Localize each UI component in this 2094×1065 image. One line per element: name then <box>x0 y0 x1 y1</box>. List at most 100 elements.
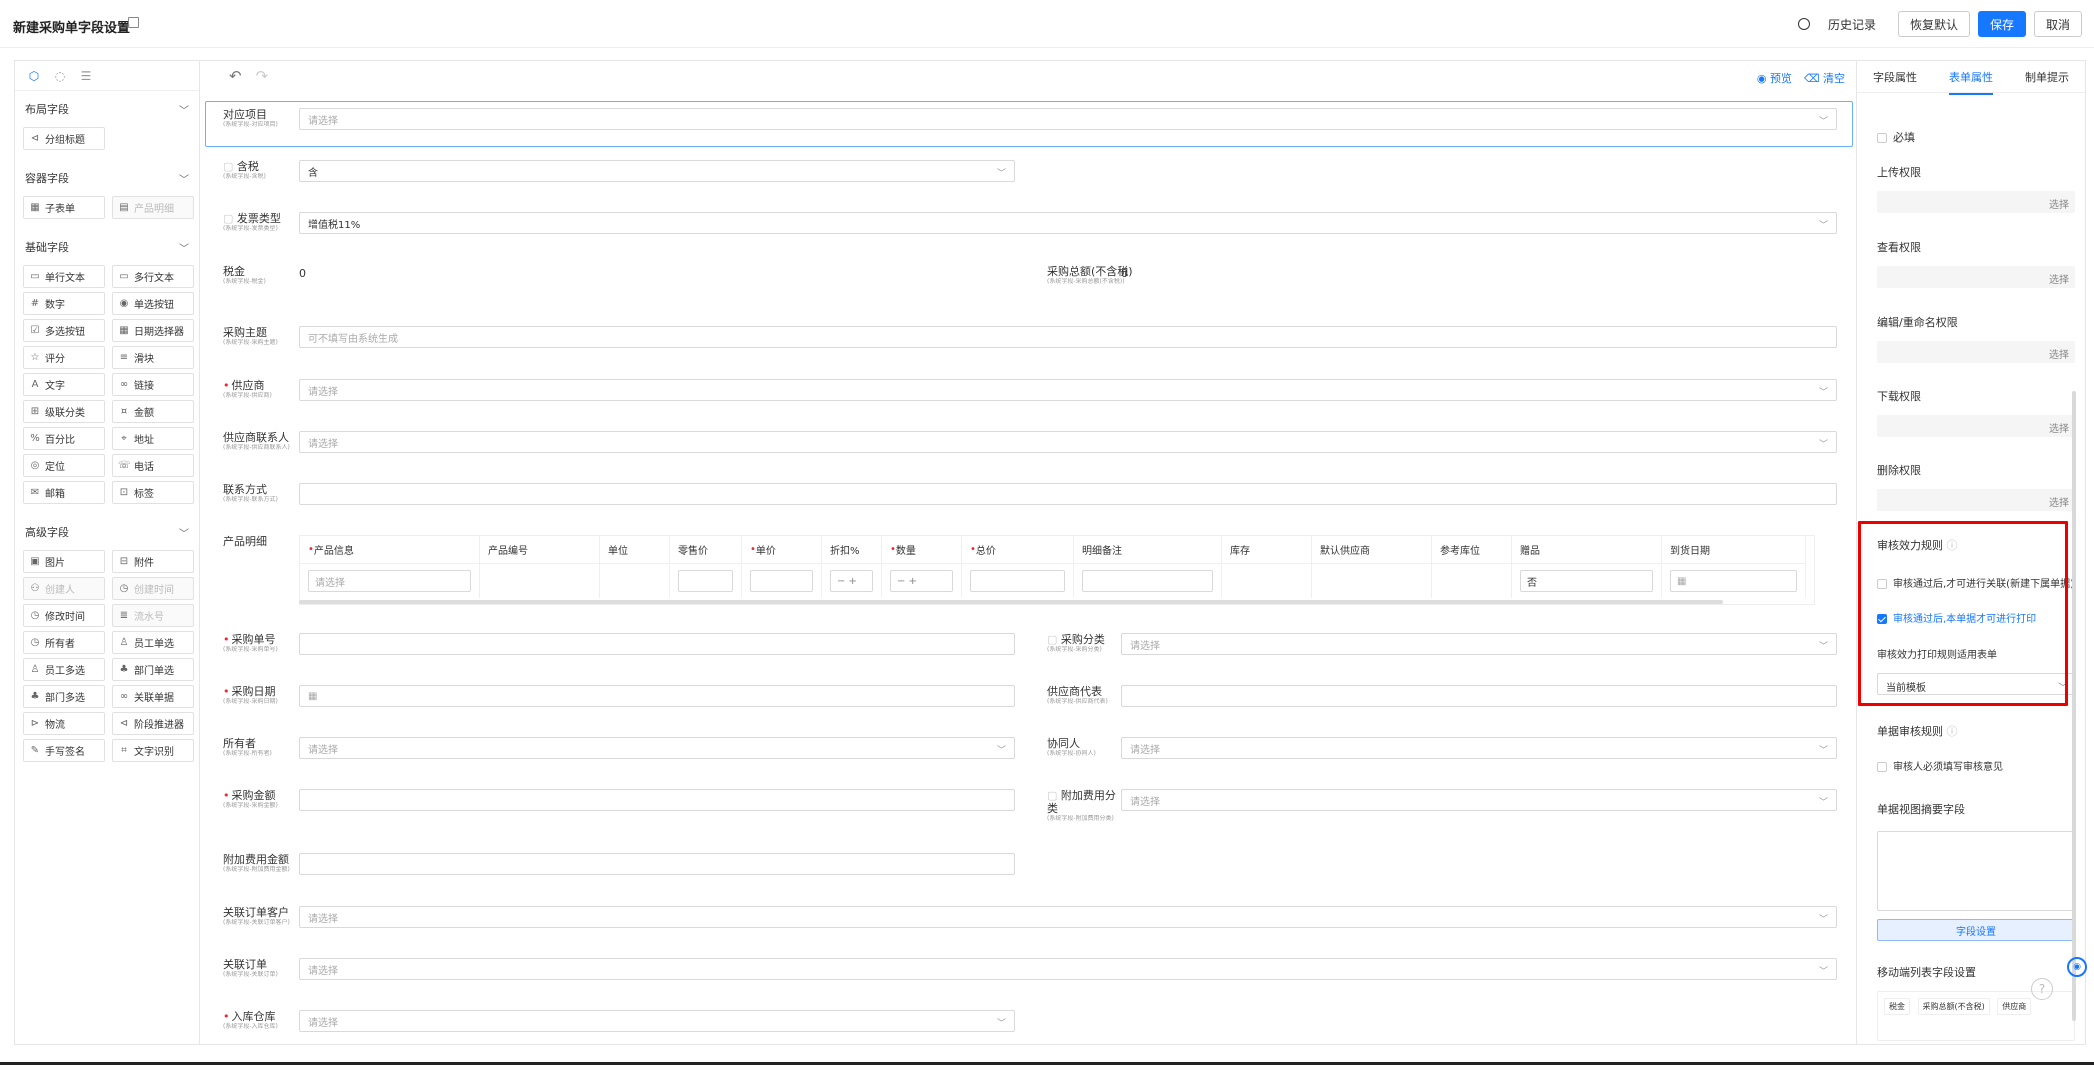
required-checkbox[interactable] <box>1877 133 1887 143</box>
table-scrollbar[interactable] <box>299 600 1723 604</box>
sidebar-item[interactable]: ⊲ 分组标题 <box>23 127 105 150</box>
tab-form-props[interactable]: 表单属性 <box>1949 69 1993 95</box>
sidebar-item[interactable]: ⊳ 物流 <box>23 712 105 735</box>
table-cell-input[interactable]: − + <box>830 570 873 592</box>
sidebar-item[interactable]: ▣ 图片 <box>23 550 105 573</box>
sidebar-item[interactable]: A 文字 <box>23 373 105 396</box>
save-button[interactable]: 保存 <box>1977 11 2026 37</box>
restore-default-button[interactable]: 恢复默认 <box>1897 11 1970 37</box>
mobile-tag[interactable]: 采购总额(不含税) <box>1917 998 1990 1015</box>
sidebar-item[interactable]: ∞ 链接 <box>112 373 194 396</box>
sidebar-item[interactable]: ♙ 员工多选 <box>23 658 105 681</box>
sidebar-item[interactable]: ☆ 评分 <box>23 346 105 369</box>
supplier-code-input[interactable] <box>1121 685 1837 707</box>
sidebar-item[interactable]: ♣ 部门单选 <box>112 658 194 681</box>
view-perm-input[interactable]: 选择 <box>1877 266 2075 288</box>
order-no-input[interactable] <box>299 633 1015 655</box>
supplier-contact-select[interactable]: 请选择 ﹀ <box>299 431 1837 453</box>
sidebar-item[interactable]: ♣ 部门多选 <box>23 685 105 708</box>
rel-order-select[interactable]: 请选择 ﹀ <box>299 958 1837 980</box>
sidebar-item[interactable]: ◉ 单选按钮 <box>112 292 194 315</box>
field-setting-button[interactable]: 字段设置 <box>1877 919 2075 941</box>
sidebar-item[interactable]: ✎ 手写签名 <box>23 739 105 762</box>
layout-icon[interactable] <box>128 17 139 28</box>
redo-icon[interactable]: ↷ <box>256 67 269 85</box>
undo-icon[interactable]: ↶ <box>229 67 242 85</box>
sidebar-item[interactable]: ◎ 定位 <box>23 454 105 477</box>
table-cell-input[interactable] <box>970 570 1065 592</box>
sidebar-item[interactable]: ▭ 单行文本 <box>23 265 105 288</box>
contact-input[interactable] <box>299 483 1837 505</box>
sidebar-group-header[interactable]: 高级字段 ﹀ <box>23 514 191 550</box>
clear-link[interactable]: ⌫ 清空 <box>1804 70 1845 86</box>
tree-tab-icon[interactable]: ☰ <box>79 69 93 83</box>
table-cell-input[interactable]: − + <box>890 570 953 592</box>
mobile-tag[interactable]: 税金 <box>1884 998 1910 1015</box>
required-option[interactable]: 必填 <box>1877 129 1915 145</box>
doc-audit-option[interactable]: 审核人必须填写审核意见 <box>1877 758 2003 773</box>
sidebar-item[interactable]: ☑ 多选按钮 <box>23 319 105 342</box>
delete-perm-input[interactable]: 选择 <box>1877 489 2075 511</box>
sidebar-item[interactable]: ⊡ 标签 <box>112 481 194 504</box>
sidebar-item[interactable]: ⊞ 级联分类 <box>23 400 105 423</box>
fields-tab-icon[interactable]: ⬡ <box>27 69 41 83</box>
table-cell-input[interactable]: ▦ <box>1670 570 1797 592</box>
project-select[interactable]: 请选择 ﹀ <box>299 108 1837 130</box>
doc-audit-checkbox[interactable] <box>1877 762 1887 772</box>
upload-perm-input[interactable]: 选择 <box>1877 191 2075 213</box>
cancel-button[interactable]: 取消 <box>2033 11 2082 37</box>
tab-field-props[interactable]: 字段属性 <box>1873 69 1917 85</box>
table-cell-input[interactable] <box>678 570 733 592</box>
panel-scrollbar[interactable] <box>2072 391 2076 1021</box>
mobile-tag[interactable]: 供应商 <box>1997 998 2032 1015</box>
help-icon[interactable]: ⓘ <box>1947 725 1958 738</box>
owner-select[interactable]: 请选择 ﹀ <box>299 737 1015 759</box>
sidebar-item[interactable]: ⌗ 文字识别 <box>112 739 194 762</box>
preview-link[interactable]: ◉ 预览 <box>1757 70 1792 86</box>
history-link[interactable]: 历史记录 <box>1828 16 1876 33</box>
warehouse-select[interactable]: 请选择 ﹀ <box>299 1010 1015 1032</box>
sidebar-item[interactable]: ▭ 多行文本 <box>112 265 194 288</box>
sidebar-item[interactable]: ≡ 滑块 <box>112 346 194 369</box>
sidebar-item[interactable]: ✉ 邮箱 <box>23 481 105 504</box>
download-perm-input[interactable]: 选择 <box>1877 415 2075 437</box>
sidebar-item[interactable]: # 数字 <box>23 292 105 315</box>
category-select[interactable]: 请选择 ﹀ <box>1121 633 1837 655</box>
tax-incl-select[interactable]: 含 ﹀ <box>299 160 1015 182</box>
sidebar-item[interactable]: ◷ 所有者 <box>23 631 105 654</box>
help-float-icon[interactable]: ? <box>2031 978 2053 1000</box>
sidebar-item[interactable]: % 百分比 <box>23 427 105 450</box>
invoice-select[interactable]: 增值税11% ﹀ <box>299 212 1837 234</box>
summary-box[interactable] <box>1877 831 2075 911</box>
subject-input[interactable]: 可不填写由系统生成 <box>299 326 1837 348</box>
extra-cat-select[interactable]: 请选择 ﹀ <box>1121 789 1837 811</box>
sidebar-group-header[interactable]: 布局字段 ﹀ <box>23 91 191 127</box>
edit-perm-input[interactable]: 选择 <box>1877 341 2075 363</box>
table-cell-input[interactable] <box>1082 570 1213 592</box>
table-cell-input[interactable]: 请选择 <box>308 570 471 592</box>
collab-select[interactable]: 请选择 ﹀ <box>1121 737 1837 759</box>
extra-amount-input[interactable] <box>299 853 1015 875</box>
table-cell-input[interactable]: 否 <box>1520 570 1653 592</box>
help-tab-icon[interactable]: ◌ <box>53 69 67 83</box>
rel-customer-select[interactable]: 请选择 ﹀ <box>299 906 1837 928</box>
tab-hints[interactable]: 制单提示 <box>2025 69 2069 85</box>
sidebar-item[interactable]: ▦ 日期选择器 <box>112 319 194 342</box>
sidebar-item[interactable]: ¤ 金额 <box>112 400 194 423</box>
history-icon[interactable] <box>1797 18 1810 30</box>
table-cell-input[interactable] <box>750 570 813 592</box>
sidebar-item[interactable]: ∞ 关联单据 <box>112 685 194 708</box>
sidebar-item[interactable]: ▦ 子表单 <box>23 196 105 219</box>
assistant-icon[interactable]: ◉ <box>2067 957 2087 977</box>
sidebar-item[interactable]: ⊟ 附件 <box>112 550 194 573</box>
sidebar-item[interactable]: ☏ 电话 <box>112 454 194 477</box>
date-input[interactable]: ▦ <box>299 685 1015 707</box>
amount-input[interactable] <box>299 789 1015 811</box>
sidebar-group-header[interactable]: 基础字段 ﹀ <box>23 229 191 265</box>
sidebar-item[interactable]: ⌖ 地址 <box>112 427 194 450</box>
sidebar-item[interactable]: ◷ 修改时间 <box>23 604 105 627</box>
sidebar-group-header[interactable]: 容器字段 ﹀ <box>23 160 191 196</box>
sidebar-item[interactable]: ⊲ 阶段推进器 <box>112 712 194 735</box>
supplier-select[interactable]: 请选择 ﹀ <box>299 379 1837 401</box>
sidebar-item[interactable]: ♙ 员工单选 <box>112 631 194 654</box>
